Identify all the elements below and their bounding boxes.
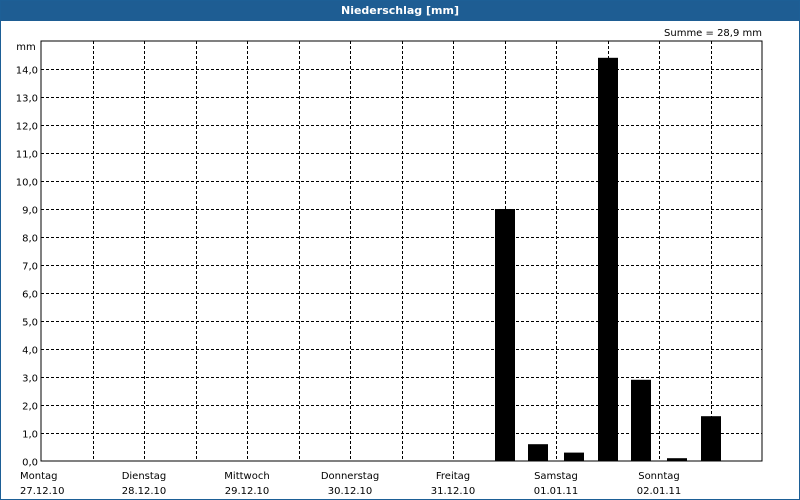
y-tick-label: 7,0 (22, 262, 38, 273)
bar (495, 209, 515, 461)
y-tick-label: 9,0 (22, 206, 38, 217)
y-tick-label: 4,0 (22, 346, 38, 357)
bar (564, 452, 584, 461)
grid-layer (40, 40, 763, 462)
x-day-label: Montag (20, 471, 57, 482)
sum-label: Summe = 28,9 mm (664, 28, 762, 39)
y-tick-label: 2,0 (22, 402, 38, 413)
bar (667, 458, 687, 461)
y-tick-label: 12,0 (16, 122, 38, 133)
bar (528, 444, 548, 461)
x-date-label: 31.12.10 (431, 486, 476, 497)
x-date-label: 02.01.11 (637, 486, 682, 497)
bar (598, 57, 618, 462)
bar (631, 379, 651, 461)
x-day-label: Dienstag (122, 471, 167, 482)
plot-area-border (40, 40, 763, 462)
y-tick-label: 8,0 (22, 234, 38, 245)
y-tick-label: 5,0 (22, 318, 38, 329)
x-day-label: Sonntag (638, 471, 680, 482)
bar (701, 416, 721, 461)
x-day-label: Donnerstag (321, 471, 379, 482)
y-tick-label: 14,0 (16, 66, 38, 77)
y-tick-label: 11,0 (16, 150, 38, 161)
x-date-label: 27.12.10 (20, 486, 65, 497)
x-day-label: Freitag (436, 471, 470, 482)
x-date-label: 29.12.10 (225, 486, 270, 497)
x-day-label: Mittwoch (224, 471, 269, 482)
y-tick-label: 0,0 (22, 458, 38, 469)
x-date-label: 30.12.10 (328, 486, 373, 497)
precipitation-chart: 0,0 1,0 2,0 3,0 4,0 5,0 6,0 7,0 8,0 9,0 10,0 11,0 12… (16, 28, 763, 498)
x-day-label: Samstag (534, 471, 578, 482)
y-tick-label: 1,0 (22, 430, 38, 441)
y-axis-unit-label: mm (16, 42, 35, 53)
x-date-label: 01.01.11 (534, 486, 579, 497)
axis-layer: 0,0 1,0 2,0 3,0 4,0 5,0 6,0 7,0 8,0 9,0 10,0 11,0 12… (16, 66, 682, 498)
y-tick-label: 13,0 (16, 94, 38, 105)
bar-layer (495, 57, 721, 462)
y-tick-label: 6,0 (22, 290, 38, 301)
y-tick-label: 3,0 (22, 374, 38, 385)
y-tick-label: 10,0 (16, 178, 38, 189)
x-date-label: 28.12.10 (122, 486, 167, 497)
